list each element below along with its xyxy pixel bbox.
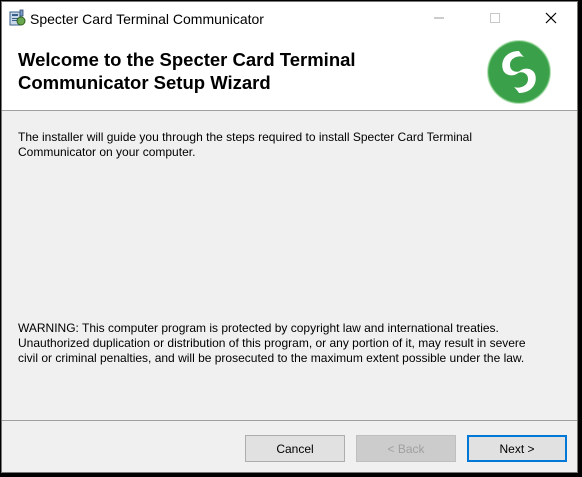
copyright-warning: WARNING: This computer program is protec… bbox=[18, 321, 526, 365]
next-button[interactable]: Next > bbox=[467, 435, 567, 462]
close-icon bbox=[545, 12, 557, 24]
back-button[interactable]: < Back bbox=[356, 435, 456, 462]
installer-window: Specter Card Terminal Communicator Welco… bbox=[0, 0, 582, 477]
wizard-title: Welcome to the Specter Card Terminal Com… bbox=[18, 49, 356, 93]
title-bar[interactable]: Specter Card Terminal Communicator bbox=[2, 2, 577, 35]
footer-separator bbox=[2, 420, 577, 421]
window-title: Specter Card Terminal Communicator bbox=[30, 11, 264, 27]
window-frame: Specter Card Terminal Communicator Welco… bbox=[1, 1, 578, 473]
cancel-button[interactable]: Cancel bbox=[245, 435, 345, 462]
maximize-icon bbox=[490, 13, 500, 23]
wizard-banner: Welcome to the Specter Card Terminal Com… bbox=[2, 35, 577, 111]
intro-text: The installer will guide you through the… bbox=[18, 130, 473, 159]
specter-swirl-logo-icon bbox=[486, 39, 552, 105]
installer-app-icon bbox=[8, 9, 26, 27]
minimize-icon bbox=[434, 17, 444, 19]
close-button[interactable] bbox=[528, 2, 574, 34]
maximize-button[interactable] bbox=[472, 2, 518, 34]
minimize-button[interactable] bbox=[416, 2, 462, 34]
